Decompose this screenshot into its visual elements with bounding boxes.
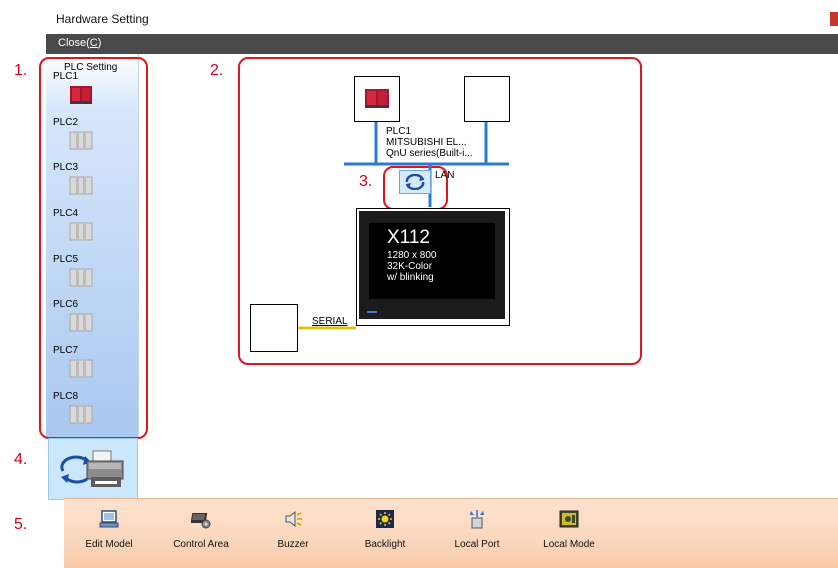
menu-bar: Close(C) bbox=[46, 34, 838, 54]
plc1-name: PLC1 bbox=[386, 126, 412, 137]
bottom-toolbar: Edit Model Control Area Buzzer Backlight… bbox=[64, 498, 838, 568]
plc-red-icon bbox=[365, 89, 389, 108]
hmi-model: X112 bbox=[387, 227, 430, 248]
lan-label: LAN bbox=[435, 170, 455, 181]
hmi-color: 32K-Color bbox=[387, 261, 433, 272]
hmi-resolution: 1280 x 800 bbox=[387, 250, 437, 261]
tool-label: Control Area bbox=[173, 539, 229, 550]
hmi-display: X112 1280 x 800 32K-Color w/ blinking bbox=[369, 223, 495, 299]
local-mode-button[interactable]: Local Mode bbox=[524, 507, 614, 557]
monitor-icon bbox=[99, 510, 119, 528]
tool-label: Backlight bbox=[364, 539, 406, 550]
backlight-button[interactable]: Backlight bbox=[340, 507, 430, 557]
backlight-icon bbox=[376, 510, 394, 528]
close-label: Close( bbox=[58, 37, 90, 49]
tool-label: Edit Model bbox=[85, 539, 133, 550]
hmi-blink: w/ blinking bbox=[387, 272, 434, 283]
hmi-bezel: X112 1280 x 800 32K-Color w/ blinking bbox=[359, 211, 505, 319]
plc1-node[interactable] bbox=[354, 76, 400, 122]
control-area-button[interactable]: Control Area bbox=[156, 507, 246, 557]
plc1-series: QnU series(Built-i... bbox=[386, 148, 473, 159]
window-accent bbox=[830, 12, 838, 26]
tool-label: Local Port bbox=[454, 539, 500, 550]
printer-icon bbox=[60, 450, 124, 487]
local-mode-icon bbox=[559, 510, 579, 528]
hmi-logo bbox=[367, 311, 377, 313]
local-port-button[interactable]: Local Port bbox=[432, 507, 522, 557]
tool-label: Local Mode bbox=[543, 539, 595, 550]
buzzer-button[interactable]: Buzzer bbox=[248, 507, 338, 557]
hardware-diagram: PLC1 MITSUBISHI EL... QnU series(Built-i… bbox=[246, 62, 632, 354]
plc1-maker: MITSUBISHI EL... bbox=[386, 137, 467, 148]
printer-setting-tile[interactable] bbox=[48, 438, 138, 500]
serial-label: SERIAL bbox=[312, 316, 348, 327]
window-title: Hardware Setting bbox=[56, 12, 149, 26]
annotation-4: 4. bbox=[14, 451, 28, 468]
highlight-plc-panel bbox=[39, 57, 148, 439]
annotation-5: 5. bbox=[14, 516, 28, 533]
plc1-info: PLC1 MITSUBISHI EL... QnU series(Built-i… bbox=[386, 126, 473, 159]
empty-device-node[interactable] bbox=[464, 76, 510, 122]
serial-device-node[interactable] bbox=[250, 304, 298, 352]
edit-model-button[interactable]: Edit Model bbox=[64, 507, 154, 557]
tool-label: Buzzer bbox=[277, 539, 309, 550]
lan-sync-icon bbox=[405, 174, 425, 190]
hmi-specs: 1280 x 800 32K-Color w/ blinking bbox=[387, 250, 437, 283]
hmi-node[interactable]: X112 1280 x 800 32K-Color w/ blinking bbox=[356, 208, 510, 326]
buzzer-icon bbox=[285, 510, 302, 528]
local-port-icon bbox=[470, 510, 484, 529]
annotation-1: 1. bbox=[14, 62, 28, 79]
close-menu-item[interactable]: Close(C) bbox=[58, 37, 101, 49]
control-area-icon bbox=[191, 513, 211, 529]
annotation-2: 2. bbox=[210, 62, 224, 79]
close-key: C bbox=[89, 37, 98, 49]
close-suffix: ) bbox=[97, 37, 102, 49]
title-bar: Hardware Setting bbox=[46, 0, 838, 34]
lan-settings-button[interactable] bbox=[399, 170, 431, 194]
